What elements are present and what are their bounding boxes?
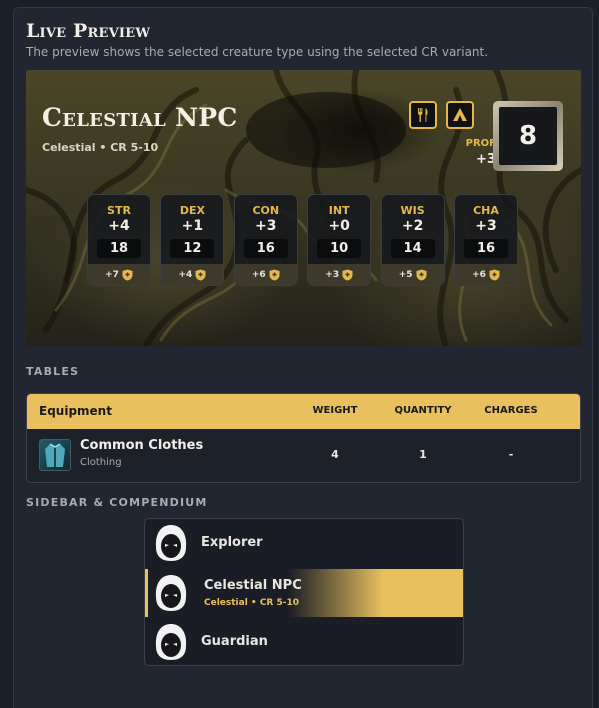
- stat-card-str[interactable]: STR +4 18 +7: [87, 194, 151, 286]
- save-value: +6: [251, 269, 266, 280]
- save-value: +3: [325, 269, 340, 280]
- shield-icon: [489, 269, 500, 280]
- sidebar-list: Explorer Celestial NPC Celestial • CR 5-…: [144, 518, 464, 666]
- stat-score: 12: [170, 239, 215, 258]
- stat-card-con[interactable]: CON +3 16 +6: [233, 194, 298, 286]
- shield-icon: [269, 269, 280, 280]
- stat-card-cha[interactable]: CHA +3 16 +6: [454, 194, 518, 286]
- stat-card-int[interactable]: INT +0 10 +3: [307, 194, 372, 286]
- stat-modifier: +3: [475, 218, 497, 234]
- live-preview-panel: Live Preview The preview shows the selec…: [13, 7, 593, 708]
- stat-name: STR: [107, 204, 131, 217]
- sidebar-item-label: Celestial NPC: [204, 578, 302, 593]
- sidebar-item-sublabel: Celestial • CR 5-10: [204, 598, 300, 608]
- stat-score: 16: [464, 239, 508, 258]
- stat-modifier: +3: [255, 218, 277, 234]
- hooded-figure-icon: [155, 575, 187, 611]
- stat-name: CHA: [473, 204, 499, 217]
- sidebar-item-explorer[interactable]: Explorer: [145, 519, 463, 567]
- save-value: +5: [398, 269, 413, 280]
- stat-save: +6: [455, 264, 517, 285]
- proficiency-value: +3: [476, 152, 496, 167]
- tent-icon[interactable]: [446, 101, 474, 129]
- stat-save: +5: [381, 264, 444, 285]
- stat-modifier: +1: [181, 218, 204, 234]
- panel-subtitle: The preview shows the selected creature …: [26, 45, 489, 59]
- stat-save: +3: [308, 264, 371, 285]
- stat-modifier: +0: [328, 218, 350, 234]
- creature-subtitle: Celestial • CR 5-10: [42, 141, 159, 154]
- header-equipment: Equipment: [39, 404, 112, 418]
- item-charges: -: [508, 448, 514, 461]
- stat-modifier: +4: [108, 218, 130, 234]
- utensils-icon[interactable]: [409, 101, 437, 129]
- sidebar-item-guardian[interactable]: Guardian: [145, 618, 463, 665]
- creature-banner: Celestial NPC Celestial • CR 5-10 PROF +…: [26, 70, 581, 346]
- table-row[interactable]: Common Clothes Clothing 4 1 -: [27, 429, 580, 482]
- header-weight: WEIGHT: [312, 405, 358, 416]
- item-name: Common Clothes: [80, 438, 204, 453]
- stat-score: 10: [317, 239, 362, 258]
- equipment-table: Equipment WEIGHT QUANTITY CHARGES Common…: [26, 393, 581, 483]
- stat-name: CON: [252, 204, 280, 217]
- shield-icon: [122, 269, 133, 280]
- proficiency-label: PROF: [465, 138, 496, 149]
- stat-modifier: +2: [401, 218, 424, 234]
- stat-name: DEX: [179, 204, 205, 217]
- stat-card-dex[interactable]: DEX +1 12 +4: [160, 194, 225, 286]
- clothing-icon: [39, 439, 71, 471]
- hooded-figure-icon: [155, 624, 187, 660]
- stat-save: +4: [161, 264, 224, 285]
- tables-section-label: TABLES: [26, 365, 80, 378]
- sidebar-item-celestial-npc[interactable]: Celestial NPC Celestial • CR 5-10: [145, 569, 463, 617]
- creature-name: Celestial NPC: [42, 103, 238, 132]
- level-badge: 8: [493, 101, 563, 171]
- sidebar-section-label: SIDEBAR & COMPENDIUM: [26, 496, 208, 509]
- panel-title: Live Preview: [26, 20, 151, 42]
- shield-icon: [195, 269, 206, 280]
- stat-score: 16: [243, 239, 288, 258]
- item-quantity: 1: [419, 448, 427, 461]
- stat-score: 14: [390, 239, 435, 258]
- header-charges: CHARGES: [484, 405, 538, 416]
- sidebar-item-label: Guardian: [201, 634, 268, 649]
- header-quantity: QUANTITY: [394, 405, 452, 416]
- stat-save: +7: [88, 264, 150, 285]
- save-value: +4: [178, 269, 193, 280]
- stat-score: 18: [97, 239, 141, 258]
- level-value: 8: [499, 107, 557, 165]
- shield-icon: [416, 269, 426, 280]
- active-indicator: [145, 569, 148, 617]
- sidebar-item-label: Explorer: [201, 535, 263, 550]
- table-header: Equipment WEIGHT QUANTITY CHARGES: [27, 394, 580, 429]
- shield-icon: [342, 269, 353, 280]
- stat-name: WIS: [400, 204, 425, 217]
- stat-card-wis[interactable]: WIS +2 14 +5: [380, 194, 445, 286]
- item-type: Clothing: [80, 457, 122, 468]
- stat-name: INT: [328, 204, 350, 217]
- item-weight: 4: [331, 448, 339, 461]
- stat-save: +6: [234, 264, 297, 285]
- hooded-figure-icon: [155, 525, 187, 561]
- save-value: +7: [105, 269, 119, 280]
- save-value: +6: [472, 269, 486, 280]
